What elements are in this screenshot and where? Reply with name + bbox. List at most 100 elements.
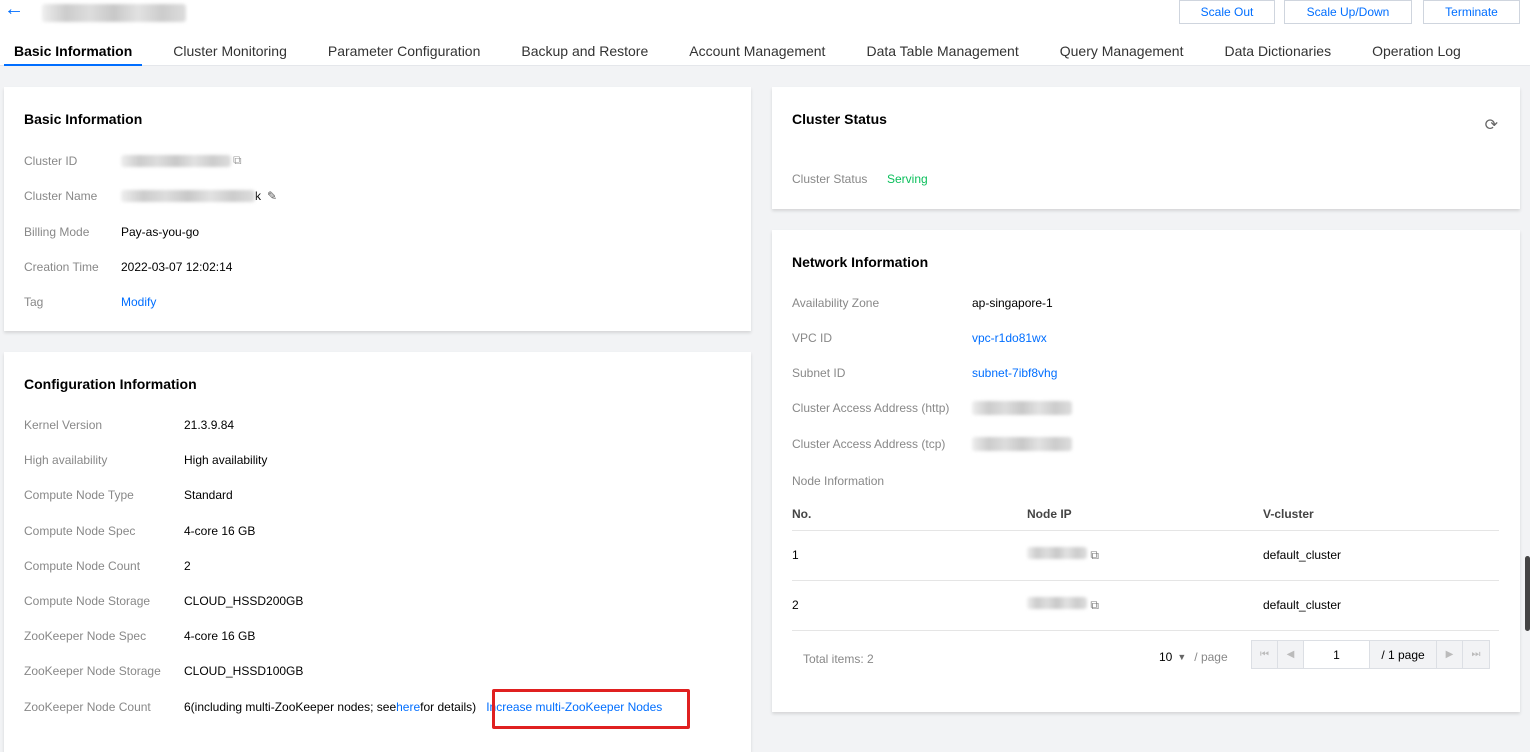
cluster-name-suffix: k <box>255 189 261 203</box>
tab-bar: Basic Information Cluster Monitoring Par… <box>0 40 1502 66</box>
node-table: No. Node IP V-cluster 1 ⧉ default_cluster 2… <box>792 498 1499 631</box>
label: Cluster Status <box>792 172 868 186</box>
caret-down-icon[interactable]: ▼ <box>1177 652 1186 662</box>
tab-basic-information[interactable]: Basic Information <box>4 40 143 66</box>
basic-info-card: Basic Information Cluster ID ⧉ Cluster Na… <box>4 87 751 331</box>
config-row: Kernel Version 21.3.9.84 <box>24 418 234 432</box>
tab-account-management[interactable]: Account Management <box>689 40 825 66</box>
column-header: No. <box>792 498 1027 531</box>
tab-backup-restore[interactable]: Backup and Restore <box>521 40 648 66</box>
scale-up-down-button[interactable]: Scale Up/Down <box>1284 0 1412 24</box>
page-size-select[interactable]: 10 <box>1159 650 1172 664</box>
label: ZooKeeper Node Count <box>24 700 151 714</box>
config-row: Compute Node Type Standard <box>24 488 233 502</box>
node-no: 1 <box>792 530 1027 581</box>
creation-time: 2022-03-07 12:02:14 <box>121 260 233 274</box>
page-header: ← Scale Out Scale Up/Down Terminate Basi… <box>0 0 1530 66</box>
copy-icon[interactable]: ⧉ <box>1090 598 1099 612</box>
value: CLOUD_HSSD200GB <box>184 594 304 608</box>
label: Compute Node Storage <box>24 594 151 608</box>
label: Cluster Access Address (tcp) <box>792 437 946 451</box>
node-no: 2 <box>792 580 1027 631</box>
tab-parameter-configuration[interactable]: Parameter Configuration <box>328 40 481 66</box>
label: Availability Zone <box>792 296 880 310</box>
subnet-link[interactable]: subnet-7ibf8vhg <box>972 366 1057 380</box>
label: Tag <box>24 295 44 309</box>
value: 4-core 16 GB <box>184 523 256 538</box>
cluster-id-redacted <box>121 154 231 167</box>
node-vcluster: default_cluster <box>1263 580 1499 631</box>
total-items: Total items: 2 <box>803 652 874 666</box>
tab-operation-log[interactable]: Operation Log <box>1372 40 1461 66</box>
copy-icon[interactable]: ⧉ <box>1090 548 1099 562</box>
modify-tag-link[interactable]: Modify <box>121 295 156 309</box>
column-header: Node IP <box>1027 498 1263 531</box>
billing-mode: Pay-as-you-go <box>121 225 200 239</box>
config-row: Compute Node Storage CLOUD_HSSD200GB <box>24 594 303 608</box>
per-page-label: / page <box>1194 650 1228 664</box>
table-row: 2 ⧉ default_cluster <box>792 580 1499 631</box>
label: VPC ID <box>792 331 833 345</box>
next-page-icon[interactable]: ▶ <box>1437 641 1463 668</box>
config-row: Compute Node Count 2 <box>24 559 191 573</box>
config-row: Compute Node Spec 4-core 16 GB <box>24 524 255 538</box>
page-input[interactable]: 1 <box>1304 641 1370 668</box>
status-value: Serving <box>887 172 928 186</box>
label: Billing Mode <box>24 225 90 239</box>
terminate-button[interactable]: Terminate <box>1423 0 1520 24</box>
value: Standard <box>184 488 233 503</box>
refresh-icon[interactable]: ⟳ <box>1485 115 1498 135</box>
value: High availability <box>184 453 268 468</box>
arrow-left-icon[interactable]: ← <box>4 0 24 21</box>
edit-icon[interactable]: ✎ <box>267 189 277 203</box>
scale-out-button[interactable]: Scale Out <box>1179 0 1275 24</box>
value: 4-core 16 GB <box>184 629 256 644</box>
card-title: Basic Information <box>24 111 143 127</box>
table-row: 1 ⧉ default_cluster <box>792 530 1499 581</box>
label: Compute Node Count <box>24 558 141 573</box>
prev-page-icon[interactable]: ◀ <box>1278 641 1304 668</box>
value: CLOUD_HSSD100GB <box>184 664 304 679</box>
node-ip: ⧉ <box>1027 530 1263 581</box>
card-title: Configuration Information <box>24 376 197 392</box>
last-page-icon[interactable]: ⏭ <box>1463 641 1489 668</box>
value: 21.3.9.84 <box>184 418 235 432</box>
network-info-card: Network Information Availability Zone ap-… <box>772 230 1520 712</box>
page-total: / 1 page <box>1370 641 1437 668</box>
tab-query-management[interactable]: Query Management <box>1060 40 1184 66</box>
label: Creation Time <box>24 260 99 274</box>
tab-data-table-management[interactable]: Data Table Management <box>866 40 1018 66</box>
config-row: ZooKeeper Node Spec 4-core 16 GB <box>24 629 255 643</box>
vpc-link[interactable]: vpc-r1do81wx <box>972 331 1047 345</box>
cluster-status-card: Cluster Status ⟳ Cluster Status Serving <box>772 87 1520 209</box>
highlight-box <box>492 689 690 729</box>
config-row: High availability High availability <box>24 453 267 467</box>
http-address-redacted <box>972 401 1072 415</box>
tab-cluster-monitoring[interactable]: Cluster Monitoring <box>173 40 287 66</box>
pagination: ⏮ ◀ 1 / 1 page ▶ ⏭ <box>1251 640 1490 669</box>
label: Cluster Access Address (http) <box>792 401 950 415</box>
config-row: ZooKeeper Node Storage CLOUD_HSSD100GB <box>24 664 303 678</box>
card-title: Network Information <box>792 254 929 270</box>
node-vcluster: default_cluster <box>1263 530 1499 581</box>
value: 2 <box>184 558 191 573</box>
copy-icon[interactable]: ⧉ <box>233 153 242 168</box>
here-link[interactable]: here <box>396 700 420 714</box>
card-title: Cluster Status <box>792 111 887 127</box>
label: ZooKeeper Node Spec <box>24 629 147 644</box>
label: Cluster Name <box>24 189 98 203</box>
node-ip: ⧉ <box>1027 580 1263 631</box>
column-header: V-cluster <box>1263 498 1499 531</box>
availability-zone: ap-singapore-1 <box>972 296 1053 310</box>
tcp-address-redacted <box>972 437 1072 451</box>
zk-count-text-post: for details) <box>420 700 477 714</box>
label: Compute Node Type <box>24 488 134 503</box>
label: ZooKeeper Node Storage <box>24 664 161 679</box>
label: Kernel Version <box>24 418 103 432</box>
scrollbar[interactable] <box>1525 556 1530 631</box>
label: Subnet ID <box>792 366 846 380</box>
cluster-title-redacted <box>42 4 186 22</box>
cluster-name-redacted <box>121 190 255 202</box>
first-page-icon[interactable]: ⏮ <box>1252 641 1278 668</box>
tab-data-dictionaries[interactable]: Data Dictionaries <box>1224 40 1331 66</box>
